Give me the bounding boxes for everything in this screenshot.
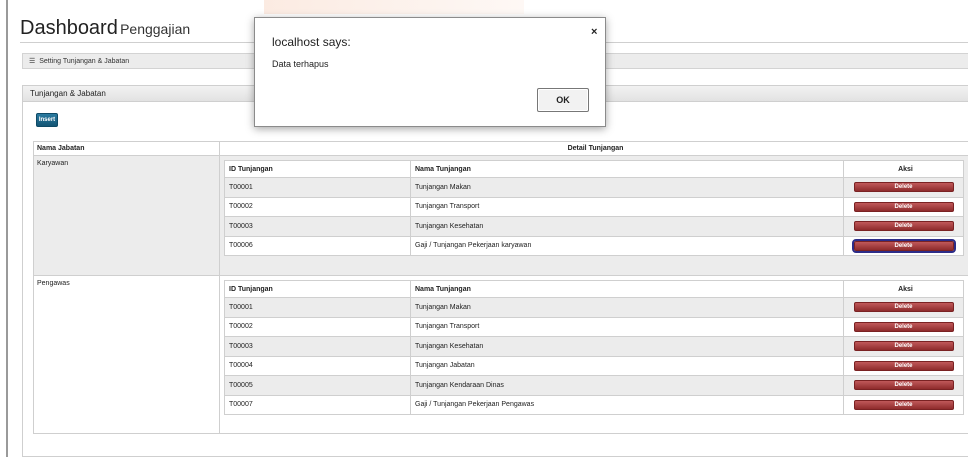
nama-tunjangan-cell: Tunjangan Kesehatan (410, 216, 844, 237)
table-row: T00007 Gaji / Tunjangan Pekerjaan Pengawa… (224, 394, 964, 415)
table-row: T00001 Tunjangan Makan Delete (224, 177, 964, 198)
tunjangan-table: ID Tunjangan Nama Tunjangan Aksi T00001 Tunj… (224, 160, 964, 256)
id-tunjangan-cell: T00004 (224, 355, 411, 376)
breadcrumb-label[interactable]: Setting Tunjangan & Jabatan (39, 58, 129, 65)
delete-button[interactable]: Delete (853, 201, 954, 212)
col-aksi: Aksi (843, 160, 964, 178)
id-tunjangan-cell: T00001 (224, 177, 411, 198)
table-row: T00003 Tunjangan Kesehatan Delete (224, 216, 964, 237)
alert-dialog: localhost says: × Data terhapus OK (254, 17, 606, 127)
nama-tunjangan-cell: Tunjangan Kendaraan Dinas (410, 375, 844, 396)
table-row: T00002 Tunjangan Transport Delete (224, 316, 964, 337)
page-subtitle: Penggajian (120, 21, 191, 37)
jabatan-row: Karyawan ID Tunjangan Nama Tunjangan Aksi T0… (33, 155, 968, 276)
table-row: T00004 Tunjangan Jabatan Delete (224, 355, 964, 376)
col-nama-jabatan: Nama Jabatan (33, 141, 220, 156)
col-nama-tunjangan: Nama Tunjangan (410, 280, 844, 298)
table-row: T00002 Tunjangan Transport Delete (224, 196, 964, 217)
aksi-cell: Delete (843, 196, 964, 217)
nama-tunjangan-cell: Gaji / Tunjangan Pekerjaan Pengawas (410, 394, 844, 415)
col-aksi: Aksi (843, 280, 964, 298)
table-row: T00003 Tunjangan Kesehatan Delete (224, 336, 964, 357)
nama-tunjangan-cell: Tunjangan Jabatan (410, 355, 844, 376)
delete-button[interactable]: Delete (853, 302, 954, 313)
list-icon: ☰ (29, 58, 36, 65)
ok-button[interactable]: OK (537, 88, 589, 112)
jabatan-row: Pengawas ID Tunjangan Nama Tunjangan Aksi T0… (33, 275, 968, 434)
id-tunjangan-cell: T00002 (224, 316, 411, 337)
aksi-cell: Delete (843, 297, 964, 318)
delete-button[interactable]: Delete (853, 221, 954, 232)
aksi-cell: Delete (843, 177, 964, 198)
delete-button[interactable]: Delete (853, 182, 954, 193)
page-title: Dashboard (20, 17, 118, 39)
col-detail-tunjangan: Detail Tunjangan (219, 141, 968, 156)
delete-button[interactable]: Delete (853, 341, 954, 352)
id-tunjangan-cell: T00003 (224, 216, 411, 237)
close-icon[interactable]: × (591, 26, 597, 38)
tunjangan-table: ID Tunjangan Nama Tunjangan Aksi T00001 Tunj… (224, 280, 964, 415)
id-tunjangan-cell: T00006 (224, 235, 411, 256)
insert-button[interactable]: Insert (36, 113, 58, 127)
delete-button[interactable]: Delete (853, 399, 954, 410)
delete-button[interactable]: Delete (853, 360, 954, 371)
detail-cell: ID Tunjangan Nama Tunjangan Aksi T00001 Tunj… (219, 275, 968, 434)
aksi-cell: Delete (843, 316, 964, 337)
table-row: T00006 Gaji / Tunjangan Pekerjaan karyawa… (224, 235, 964, 256)
aksi-cell: Delete (843, 235, 964, 256)
tunjangan-jabatan-panel: Tunjangan & Jabatan Insert Nama Jabatan … (22, 85, 968, 457)
jabatan-name: Pengawas (33, 275, 220, 434)
nama-tunjangan-cell: Tunjangan Transport (410, 316, 844, 337)
aksi-cell: Delete (843, 375, 964, 396)
delete-button[interactable]: Delete (851, 238, 956, 253)
id-tunjangan-cell: T00007 (224, 394, 411, 415)
nama-tunjangan-cell: Tunjangan Makan (410, 177, 844, 198)
nama-tunjangan-cell: Gaji / Tunjangan Pekerjaan karyawan (410, 235, 844, 256)
aksi-cell: Delete (843, 394, 964, 415)
jabatan-name: Karyawan (33, 155, 220, 276)
col-nama-tunjangan: Nama Tunjangan (410, 160, 844, 178)
col-id-tunjangan: ID Tunjangan (224, 160, 411, 178)
col-id-tunjangan: ID Tunjangan (224, 280, 411, 298)
dialog-title: localhost says: (272, 35, 351, 49)
nama-tunjangan-cell: Tunjangan Kesehatan (410, 336, 844, 357)
aksi-cell: Delete (843, 355, 964, 376)
id-tunjangan-cell: T00002 (224, 196, 411, 217)
aksi-cell: Delete (843, 216, 964, 237)
id-tunjangan-cell: T00001 (224, 297, 411, 318)
table-row: T00001 Tunjangan Makan Delete (224, 297, 964, 318)
nama-tunjangan-cell: Tunjangan Makan (410, 297, 844, 318)
nama-tunjangan-cell: Tunjangan Transport (410, 196, 844, 217)
aksi-cell: Delete (843, 336, 964, 357)
id-tunjangan-cell: T00005 (224, 375, 411, 396)
jabatan-table: Nama Jabatan Detail Tunjangan Karyawan ID… (33, 141, 968, 434)
delete-button[interactable]: Delete (853, 321, 954, 332)
delete-button[interactable]: Delete (853, 380, 954, 391)
watermark-band (264, 0, 524, 14)
id-tunjangan-cell: T00003 (224, 336, 411, 357)
dialog-message: Data terhapus (272, 59, 329, 69)
detail-cell: ID Tunjangan Nama Tunjangan Aksi T00001 Tunj… (219, 155, 968, 276)
table-row: T00005 Tunjangan Kendaraan Dinas Delete (224, 375, 964, 396)
